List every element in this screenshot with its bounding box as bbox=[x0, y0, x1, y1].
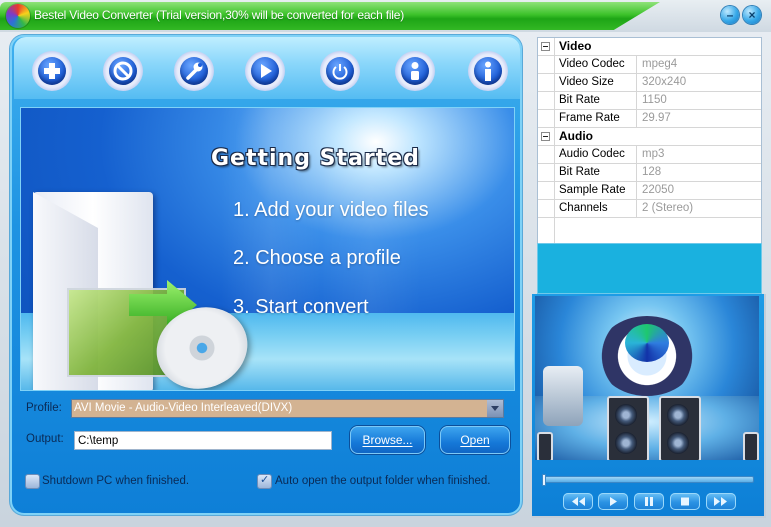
profile-label: Profile: bbox=[26, 402, 62, 414]
power-icon bbox=[332, 64, 348, 80]
browse-button[interactable]: Browse... bbox=[350, 426, 425, 454]
app-window: Bestel Video Converter (Trial version,30… bbox=[0, 0, 771, 527]
video-preview bbox=[535, 296, 759, 460]
minimize-button[interactable]: – bbox=[721, 6, 739, 24]
plus-icon bbox=[44, 63, 60, 79]
seek-bar[interactable] bbox=[542, 476, 754, 483]
chevron-down-icon[interactable] bbox=[487, 400, 503, 417]
add-files-button[interactable] bbox=[32, 51, 72, 91]
auto-open-label: Auto open the output folder when finishe… bbox=[275, 475, 491, 487]
property-row[interactable]: Bit Rate 128 bbox=[538, 164, 761, 182]
property-row[interactable]: Bit Rate 1150 bbox=[538, 92, 761, 110]
shutdown-label: Shutdown PC when finished. bbox=[42, 475, 190, 487]
play-button[interactable] bbox=[598, 493, 628, 510]
person-icon bbox=[411, 62, 419, 80]
getting-started-banner: Getting Started 1. Add your video files … bbox=[21, 108, 514, 390]
property-row[interactable]: Channels 2 (Stereo) bbox=[538, 200, 761, 218]
toolbar bbox=[14, 37, 520, 99]
stop-playback-button[interactable] bbox=[670, 493, 700, 510]
play-icon bbox=[261, 64, 272, 78]
prohibit-icon bbox=[113, 61, 133, 81]
collapse-icon[interactable] bbox=[541, 132, 550, 141]
profile-select[interactable]: AVI Movie - Audio-Video Interleaved(DIVX… bbox=[71, 399, 504, 418]
collapse-icon[interactable] bbox=[541, 42, 550, 51]
output-path-input[interactable] bbox=[74, 431, 332, 450]
fast-forward-icon bbox=[714, 497, 727, 506]
open-button[interactable]: Open bbox=[440, 426, 510, 454]
shutdown-checkbox[interactable] bbox=[26, 475, 39, 488]
property-row[interactable]: Frame Rate 29.97 bbox=[538, 110, 761, 128]
stop-icon bbox=[681, 497, 689, 506]
property-description-panel bbox=[537, 243, 762, 294]
remove-button[interactable] bbox=[103, 51, 143, 91]
disc-graphic bbox=[625, 324, 669, 362]
play-icon bbox=[610, 497, 617, 506]
group-video: Video bbox=[538, 38, 761, 56]
info-icon bbox=[485, 61, 491, 81]
step-1: 1. Add your video files bbox=[233, 199, 429, 221]
settings-button[interactable] bbox=[174, 51, 214, 91]
fast-forward-button[interactable] bbox=[706, 493, 736, 510]
auto-open-checkbox[interactable] bbox=[258, 473, 271, 488]
profile-value: AVI Movie - Audio-Video Interleaved(DIVX… bbox=[74, 402, 293, 414]
window-title: Bestel Video Converter (Trial version,30… bbox=[34, 8, 405, 22]
convert-button[interactable] bbox=[245, 51, 285, 91]
close-button[interactable]: × bbox=[743, 6, 761, 24]
step-2: 2. Choose a profile bbox=[233, 247, 401, 269]
property-row[interactable]: Video Codec mpeg4 bbox=[538, 56, 761, 74]
title-bar: Bestel Video Converter (Trial version,30… bbox=[0, 0, 771, 32]
banner-title: Getting Started bbox=[211, 146, 420, 171]
seek-handle[interactable] bbox=[542, 474, 546, 486]
output-label: Output: bbox=[26, 433, 64, 445]
app-logo-icon bbox=[6, 4, 30, 28]
pause-icon bbox=[645, 497, 653, 506]
group-audio: Audio bbox=[538, 128, 761, 146]
rewind-button[interactable] bbox=[563, 493, 593, 510]
property-row[interactable]: Sample Rate 22050 bbox=[538, 182, 761, 200]
wrench-icon bbox=[186, 62, 203, 80]
stop-button[interactable] bbox=[320, 51, 360, 91]
step-3: 3. Start convert bbox=[233, 296, 369, 318]
about-button[interactable] bbox=[395, 51, 435, 91]
properties-grid: Video Video Codec mpeg4 Video Size 320x240… bbox=[537, 37, 762, 244]
property-row[interactable]: Video Size 320x240 bbox=[538, 74, 761, 92]
property-row[interactable]: Audio Codec mp3 bbox=[538, 146, 761, 164]
pause-button[interactable] bbox=[634, 493, 664, 510]
info-button[interactable] bbox=[468, 51, 508, 91]
rewind-icon bbox=[572, 497, 585, 506]
